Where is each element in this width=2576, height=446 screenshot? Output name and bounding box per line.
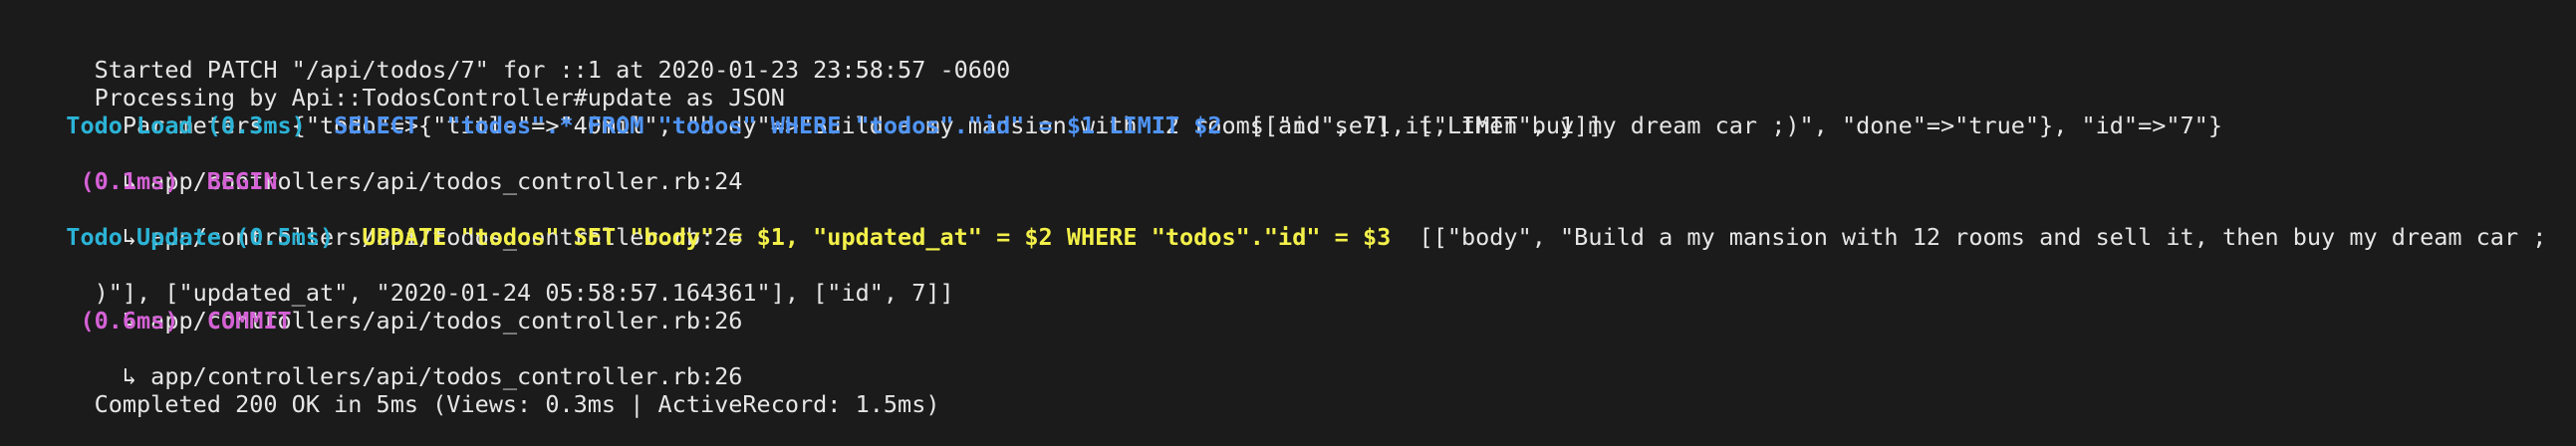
- log-line-trace-26a: ↳ app/controllers/api/todos_controller.r…: [38, 195, 2576, 251]
- trace-text: ↳ app/controllers/api/todos_controller.r…: [94, 362, 743, 390]
- update-binds-continuation: )"], ["updated_at", "2020-01-24 05:58:57…: [94, 279, 954, 307]
- log-line-started: Started PATCH "/api/todos/7" for ::1 at …: [38, 28, 2576, 84]
- todo-update-sql: UPDATE "todos" SET "body" = $1, "updated…: [362, 223, 1392, 251]
- log-line-update-binds-cont: )"], ["updated_at", "2020-01-24 05:58:57…: [38, 251, 2576, 307]
- todo-load-binds: [["id", 7], ["LIMIT", 1]]: [1221, 112, 1603, 139]
- completed-text: Completed 200 OK in 5ms (Views: 0.3ms | …: [94, 390, 940, 418]
- todo-update-label: Todo Update (0.5ms): [66, 223, 335, 251]
- todo-update-binds: [["body", "Build a my mansion with 12 ro…: [1391, 223, 2547, 251]
- processing-text: Processing by Api::TodosController#updat…: [94, 84, 785, 112]
- todo-load-label: Todo Load (0.3ms): [66, 112, 306, 139]
- request-started-text: Started PATCH "/api/todos/7" for ::1 at …: [94, 56, 1011, 84]
- begin-sql: BEGIN: [206, 167, 278, 195]
- log-line-trace-26c: ↳ app/controllers/api/todos_controller.r…: [38, 334, 2576, 390]
- log-line-todo-update: Todo Update (0.5ms) UPDATE "todos" SET "…: [38, 223, 2576, 251]
- commit-sql: COMMIT: [206, 307, 292, 334]
- begin-time: (0.1ms): [80, 167, 179, 195]
- log-line-trace-24: ↳ app/controllers/api/todos_controller.r…: [38, 139, 2576, 195]
- terminal-window[interactable]: Started PATCH "/api/todos/7" for ::1 at …: [0, 0, 2576, 418]
- todo-load-sql: SELECT "todos".* FROM "todos" WHERE "tod…: [334, 112, 1222, 139]
- commit-time: (0.6ms): [80, 307, 179, 334]
